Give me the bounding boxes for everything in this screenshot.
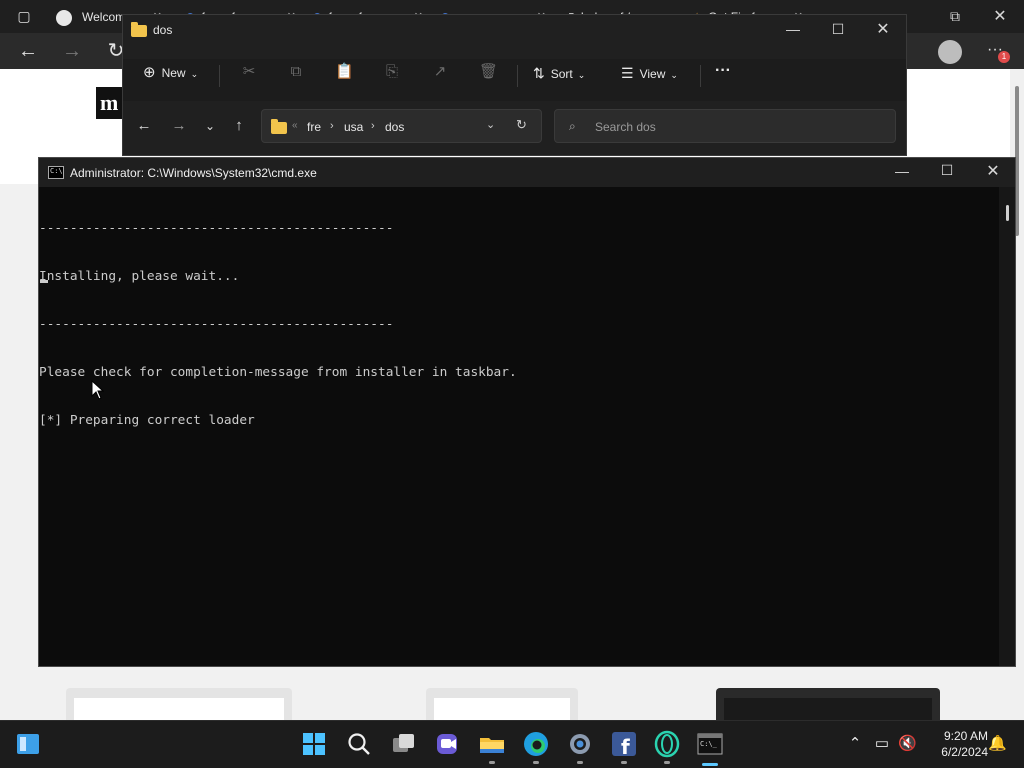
recent-locations-chevron-icon[interactable]: ⌄ xyxy=(201,117,219,135)
close-icon[interactable]: ✕ xyxy=(990,6,1010,26)
chevron-up-icon[interactable]: ⌃ xyxy=(846,735,864,753)
address-bar[interactable]: « fre › usa › dos ⌄ ↻ xyxy=(261,109,542,143)
system-clock[interactable]: 9:20 AM 6/2/2024 xyxy=(928,728,988,760)
rename-icon[interactable]: ⎘ xyxy=(383,63,401,81)
search-input[interactable]: ⌕ Search dos xyxy=(554,109,896,143)
cmd-window: Administrator: C:\Windows\System32\cmd.e… xyxy=(38,157,1016,667)
text-cursor xyxy=(40,280,48,283)
edge-icon[interactable] xyxy=(521,729,551,759)
start-icon[interactable] xyxy=(299,729,329,759)
clock-date: 6/2/2024 xyxy=(941,745,988,759)
paste-icon[interactable]: 📋 xyxy=(335,63,354,81)
folder-icon xyxy=(271,119,287,134)
search-icon: ⌕ xyxy=(569,119,576,133)
svg-text:C:\_: C:\_ xyxy=(700,740,718,748)
up-arrow-icon[interactable]: ↑ xyxy=(230,117,248,135)
share-icon[interactable]: ↗ xyxy=(431,63,449,81)
sidebar-toggle-icon[interactable] xyxy=(14,729,44,759)
console-line: Please check for completion-message from… xyxy=(39,365,517,380)
search-placeholder: Search dos xyxy=(595,120,656,134)
breadcrumb-item[interactable]: usa xyxy=(344,120,363,134)
page-thumbnail[interactable] xyxy=(426,688,578,720)
cmd-title-bar[interactable]: Administrator: C:\Windows\System32\cmd.e… xyxy=(39,158,1015,187)
see-more-button[interactable]: ··· xyxy=(715,63,731,79)
restore-icon[interactable]: ⧉ xyxy=(945,8,965,25)
refresh-icon[interactable]: ↻ xyxy=(516,117,527,133)
explorer-title: dos xyxy=(153,23,173,37)
active-app-indicator xyxy=(702,763,718,766)
volume-muted-icon[interactable]: 🔇 xyxy=(898,735,917,753)
file-explorer-window: dos — ☐ ✕ ⊕ New ⌄ ✂ ⧉ 📋 ⎘ ↗ 🗑 ⇅ Sort ⌄ ☰ View… xyxy=(122,14,907,156)
chevron-down-icon: ⌄ xyxy=(577,70,586,80)
cut-icon[interactable]: ✂ xyxy=(240,63,258,81)
edge-tab-icon xyxy=(56,9,72,26)
delete-icon[interactable]: 🗑 xyxy=(479,63,498,81)
forward-arrow-icon[interactable]: → xyxy=(170,117,188,135)
running-indicator xyxy=(621,761,627,764)
folder-icon xyxy=(131,22,147,37)
terminal-icon[interactable]: C:\_ xyxy=(695,729,725,759)
console-line: ----------------------------------------… xyxy=(39,221,394,236)
chevron-down-icon: ⌄ xyxy=(670,70,678,80)
tab-actions-icon[interactable]: ▢ xyxy=(12,5,36,27)
network-icon[interactable]: ▭ xyxy=(873,735,891,753)
copy-icon[interactable]: ⧉ xyxy=(287,63,305,81)
cmd-window-title: Administrator: C:\Windows\System32\cmd.e… xyxy=(70,166,317,180)
facebook-icon[interactable]: f xyxy=(609,729,639,759)
minimize-icon[interactable]: — xyxy=(892,163,912,179)
svg-text:f: f xyxy=(621,735,630,759)
cmd-scrollbar-thumb[interactable] xyxy=(1006,205,1009,221)
page-thumbnail[interactable] xyxy=(66,688,292,720)
taskbar: f C:\_ ⌃ ▭ 🔇 9:20 AM 6/2/2024 🔔 xyxy=(0,720,1024,768)
teams-icon[interactable] xyxy=(433,729,463,759)
settings-gear-icon[interactable] xyxy=(565,729,595,759)
chevron-down-icon: ⌄ xyxy=(190,69,199,79)
divider xyxy=(219,65,220,87)
running-indicator xyxy=(664,761,670,764)
page-thumbnail[interactable] xyxy=(716,688,940,720)
opera-icon[interactable] xyxy=(652,729,682,759)
view-list-icon: ☰ xyxy=(621,65,634,81)
search-icon[interactable] xyxy=(344,729,374,759)
task-view-icon[interactable] xyxy=(389,729,419,759)
console-output[interactable]: ----------------------------------------… xyxy=(39,189,999,666)
running-indicator xyxy=(533,761,539,764)
clock-time: 9:20 AM xyxy=(943,729,988,743)
chevron-down-icon[interactable]: ⌄ xyxy=(486,118,495,131)
back-arrow-icon[interactable]: ← xyxy=(135,117,153,135)
forward-arrow-icon[interactable]: → xyxy=(60,40,84,62)
site-logo: m xyxy=(96,87,124,119)
file-explorer-icon[interactable] xyxy=(477,729,507,759)
breadcrumb-item[interactable]: fre xyxy=(307,120,321,134)
sort-button[interactable]: ⇅ Sort ⌄ xyxy=(533,65,585,81)
maximize-icon[interactable]: ☐ xyxy=(937,162,957,179)
back-arrow-icon[interactable]: ← xyxy=(16,40,40,62)
divider xyxy=(700,65,701,87)
profile-avatar[interactable] xyxy=(938,40,962,64)
notification-badge: 1 xyxy=(998,51,1010,63)
console-line: [*] Preparing correct loader xyxy=(39,413,255,428)
mouse-pointer-icon xyxy=(91,380,105,400)
view-button[interactable]: ☰ View ⌄ xyxy=(621,65,678,81)
notifications-icon[interactable]: 🔔 xyxy=(988,735,1007,753)
close-icon[interactable]: ✕ xyxy=(873,19,893,39)
minimize-icon[interactable]: — xyxy=(783,21,803,37)
breadcrumb-item[interactable]: dos xyxy=(385,120,404,134)
console-line: ----------------------------------------… xyxy=(39,317,394,332)
close-icon[interactable]: ✕ xyxy=(983,161,1003,181)
running-indicator xyxy=(577,761,583,764)
divider xyxy=(517,65,518,87)
overflow-chevron-icon[interactable]: « xyxy=(292,120,298,131)
running-indicator xyxy=(489,761,495,764)
cmd-app-icon xyxy=(48,166,64,179)
cmd-scrollbar[interactable] xyxy=(999,187,1015,666)
maximize-icon[interactable]: ☐ xyxy=(828,21,848,38)
plus-circle-icon: ⊕ xyxy=(143,64,156,81)
chevron-right-icon: › xyxy=(371,120,375,132)
chevron-right-icon: › xyxy=(330,120,334,132)
sort-icon: ⇅ xyxy=(533,65,545,81)
new-button[interactable]: ⊕ New ⌄ xyxy=(143,65,198,81)
console-line: Installing, please wait... xyxy=(39,269,240,284)
